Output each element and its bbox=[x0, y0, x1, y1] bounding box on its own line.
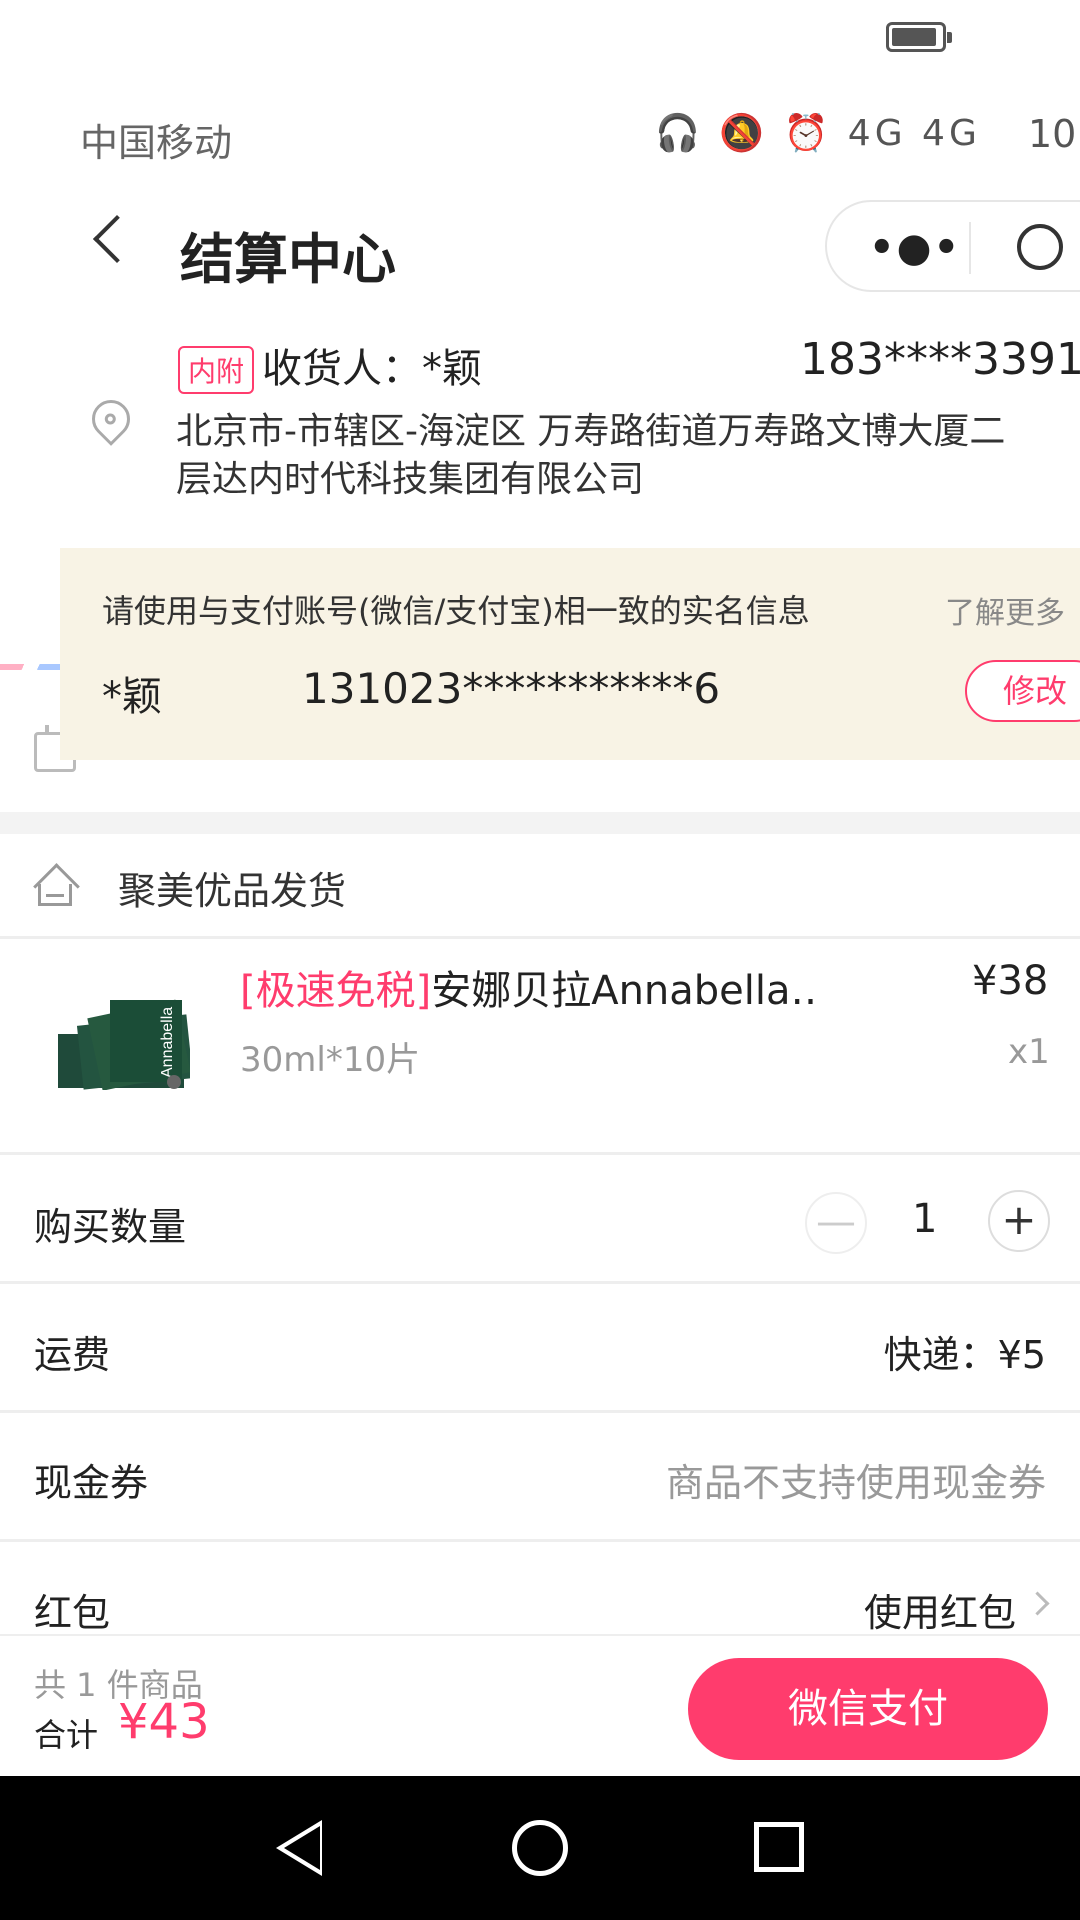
status-icons: 🎧 🔕 ⏰ 4G 4G bbox=[655, 113, 981, 154]
product-price: ¥38 bbox=[972, 958, 1049, 1004]
page-title: 结算中心 bbox=[180, 228, 396, 291]
quantity-value: 1 bbox=[912, 1196, 938, 1242]
checkout-bar: 共 1 件商品 合计 ¥43 微信支付 bbox=[0, 1634, 1080, 1778]
battery-icon bbox=[886, 22, 952, 52]
coupon-label: 现金券 bbox=[34, 1461, 149, 1505]
recipient-name[interactable]: 收货人：*颖 bbox=[262, 336, 482, 394]
chevron-right-icon[interactable] bbox=[1025, 1591, 1050, 1616]
product-spec: 30ml*10片 bbox=[240, 1040, 421, 1080]
location-pin-icon bbox=[84, 392, 138, 446]
miniprogram-capsule: •●• bbox=[825, 200, 1080, 292]
clock: 10: bbox=[1028, 112, 1080, 156]
red-packet-label: 红包 bbox=[34, 1591, 111, 1635]
section-divider bbox=[0, 812, 1080, 834]
product-name: 安娜贝拉Annabella… bbox=[431, 968, 820, 1014]
product-quantity: x1 bbox=[1008, 1032, 1050, 1072]
nav-home-icon[interactable] bbox=[512, 1820, 568, 1876]
freight-value: 快递：¥5 bbox=[883, 1333, 1046, 1377]
nav-recent-apps-icon[interactable] bbox=[754, 1822, 804, 1872]
purchase-quantity-label: 购买数量 bbox=[34, 1205, 187, 1249]
back-arrow-icon[interactable] bbox=[92, 214, 142, 264]
address-tag: 内附 bbox=[178, 346, 255, 394]
system-nav-bar bbox=[0, 1776, 1080, 1920]
divider bbox=[0, 1410, 1080, 1413]
red-packet-value[interactable]: 使用红包 bbox=[864, 1582, 1016, 1637]
product-image[interactable]: Annabella bbox=[50, 990, 190, 1090]
decrease-quantity-button[interactable]: — bbox=[805, 1192, 867, 1254]
freight-label: 运费 bbox=[34, 1333, 111, 1377]
status-bar: 中国移动 🎧 🔕 ⏰ 4G 4G 10: bbox=[0, 0, 1080, 170]
divider bbox=[0, 1281, 1080, 1284]
svg-text:Annabella: Annabella bbox=[159, 1007, 176, 1078]
shipping-source-label: 聚美优品发货 bbox=[118, 869, 347, 913]
id-name: *颖 bbox=[102, 674, 162, 720]
wechat-pay-button[interactable]: 微信支付 bbox=[688, 1658, 1048, 1760]
recipient-phone[interactable]: 183****3391 bbox=[800, 334, 1080, 385]
product-promo-tag: [极速免税] bbox=[240, 968, 432, 1014]
more-dots-icon[interactable]: •●• bbox=[869, 228, 961, 268]
total-amount: ¥43 bbox=[118, 1694, 210, 1750]
divider bbox=[0, 936, 1080, 939]
id-verification-notice: 请使用与支付账号(微信/支付宝)相一致的实名信息 了解更多 *颖 131023*… bbox=[60, 548, 1080, 760]
total-label: 合计 bbox=[34, 1716, 99, 1754]
divider bbox=[0, 1539, 1080, 1542]
target-ring-icon[interactable] bbox=[1017, 224, 1063, 270]
capsule-divider bbox=[969, 222, 971, 274]
coupon-value: 商品不支持使用现金券 bbox=[665, 1461, 1046, 1505]
address-detail[interactable]: 北京市-市辖区-海淀区 万寿路街道万寿路文博大厦二层达内时代科技集团有限公司 bbox=[176, 408, 1036, 504]
edit-id-button[interactable]: 修改 bbox=[965, 660, 1080, 722]
warehouse-icon bbox=[33, 863, 80, 910]
notice-message: 请使用与支付账号(微信/支付宝)相一致的实名信息 bbox=[102, 592, 810, 630]
learn-more-link[interactable]: 了解更多 bbox=[945, 588, 1065, 632]
carrier-name: 中国移动 bbox=[80, 121, 233, 165]
divider bbox=[0, 1152, 1080, 1155]
increase-quantity-button[interactable]: + bbox=[988, 1190, 1050, 1252]
id-number: 131023***********6 bbox=[302, 664, 721, 713]
product-title[interactable]: [极速免税]安娜贝拉Annabella… bbox=[240, 958, 820, 1016]
nav-back-icon[interactable] bbox=[276, 1820, 322, 1876]
